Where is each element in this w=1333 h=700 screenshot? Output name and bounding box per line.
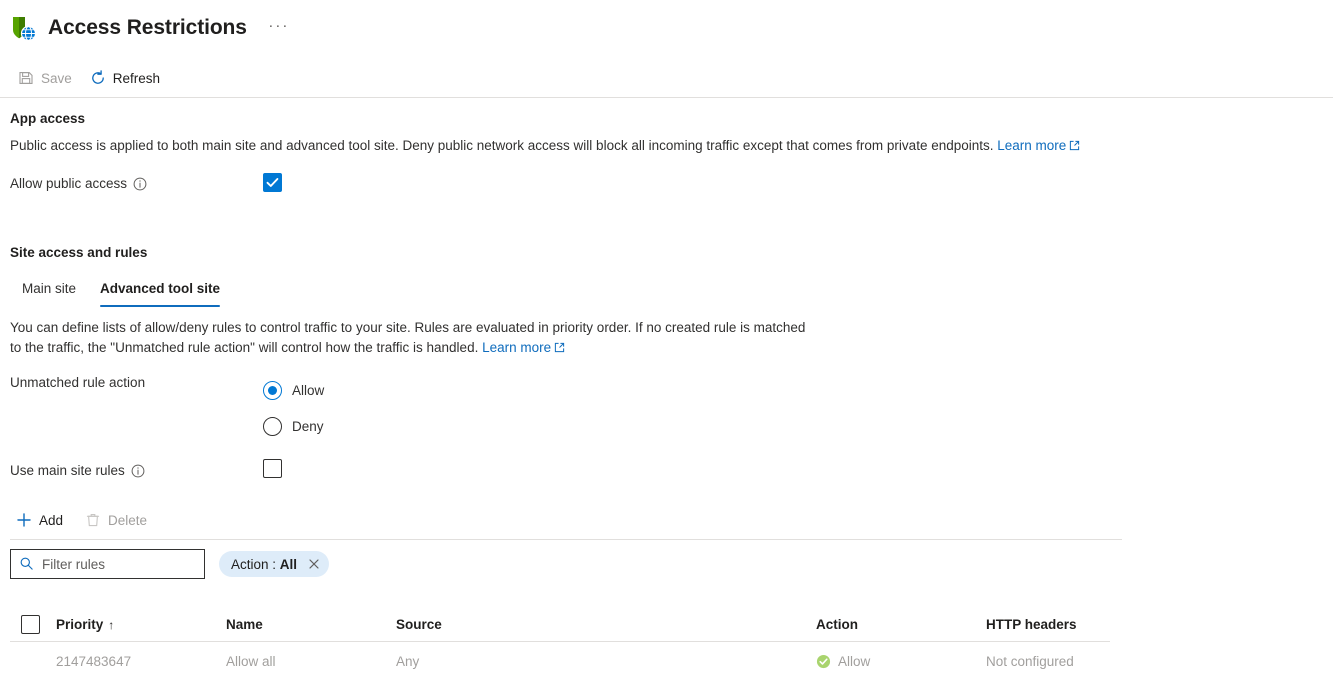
site-tabs: Main site Advanced tool site — [10, 277, 232, 307]
allow-public-access-checkbox[interactable] — [263, 173, 282, 192]
radio-allow[interactable]: Allow — [263, 381, 324, 400]
column-header-action[interactable]: Action — [816, 617, 986, 632]
filter-pill-action[interactable]: Action : All — [219, 551, 330, 577]
command-bar: Save Refresh — [0, 62, 1333, 94]
cell-priority: 2147483647 — [56, 653, 132, 669]
cell-name: Allow all — [226, 653, 276, 669]
search-icon — [19, 556, 35, 572]
page-title: Access Restrictions — [48, 16, 247, 39]
use-main-site-rules-label: Use main site rules — [10, 463, 145, 478]
check-circle-icon — [816, 654, 831, 669]
plus-icon — [16, 512, 32, 528]
select-all-checkbox[interactable] — [21, 615, 40, 634]
select-all-cell — [10, 615, 56, 634]
radio-deny-indicator — [263, 417, 282, 436]
radio-allow-label: Allow — [292, 383, 325, 398]
radio-allow-indicator — [263, 381, 282, 400]
sort-arrow-icon: ↑ — [108, 618, 115, 632]
column-header-name[interactable]: Name — [226, 617, 396, 632]
radio-deny-label: Deny — [292, 419, 324, 434]
rules-table: Priority ↑ Name Source Action HTTP header… — [10, 608, 1110, 680]
delete-rule-label: Delete — [108, 512, 148, 528]
column-header-priority[interactable]: Priority ↑ — [56, 617, 226, 632]
cell-source: Any — [396, 653, 420, 669]
access-restrictions-page: Access Restrictions ··· Save Refresh App… — [0, 0, 1333, 700]
cell-action-label: Allow — [838, 653, 871, 669]
site-access-description-text: You can define lists of allow/deny rules… — [10, 320, 806, 355]
add-rule-button[interactable]: Add — [14, 505, 65, 535]
save-icon — [18, 70, 34, 86]
site-access-heading: Site access and rules — [10, 245, 148, 260]
external-link-icon — [1069, 137, 1080, 151]
unmatched-rule-action-label: Unmatched rule action — [10, 375, 146, 390]
trash-icon — [85, 512, 101, 528]
column-header-source[interactable]: Source — [396, 617, 816, 632]
app-access-description: Public access is applied to both main si… — [10, 136, 1210, 156]
tab-main-site[interactable]: Main site — [10, 277, 88, 307]
more-menu-button[interactable]: ··· — [265, 16, 293, 40]
radio-deny[interactable]: Deny — [263, 417, 324, 436]
app-access-description-text: Public access is applied to both main si… — [10, 138, 994, 153]
site-access-description: You can define lists of allow/deny rules… — [10, 318, 810, 358]
refresh-icon — [90, 70, 106, 86]
refresh-label: Refresh — [112, 70, 161, 86]
refresh-button[interactable]: Refresh — [88, 63, 162, 93]
tab-advanced-tool-site[interactable]: Advanced tool site — [88, 277, 232, 307]
external-link-icon — [554, 339, 565, 353]
shield-globe-icon — [8, 12, 40, 44]
filter-rules-input[interactable]: Filter rules — [10, 549, 205, 579]
cell-action: Allow — [816, 654, 986, 669]
column-header-http-headers[interactable]: HTTP headers — [986, 617, 1156, 632]
toolbar-divider — [10, 539, 1122, 540]
allow-public-access-label: Allow public access — [10, 176, 147, 191]
filter-row: Filter rules Action : All — [10, 549, 330, 579]
table-row[interactable]: 2147483647 Allow all Any Allow Not confi… — [10, 642, 1110, 680]
table-header-row: Priority ↑ Name Source Action HTTP header… — [10, 608, 1110, 642]
site-access-learn-more-link[interactable]: Learn more — [482, 340, 565, 355]
cell-http-headers: Not configured — [986, 653, 1074, 669]
app-access-heading: App access — [10, 111, 86, 126]
filter-pill-text: Action : All — [231, 556, 298, 572]
command-bar-divider — [0, 97, 1333, 98]
app-access-learn-more-link[interactable]: Learn more — [997, 138, 1080, 153]
title-bar: Access Restrictions ··· — [0, 0, 1333, 56]
save-button[interactable]: Save — [16, 63, 74, 93]
save-label: Save — [41, 70, 72, 86]
close-icon[interactable] — [307, 557, 321, 571]
info-icon[interactable] — [131, 464, 145, 478]
delete-rule-button[interactable]: Delete — [83, 505, 149, 535]
add-rule-label: Add — [39, 512, 64, 528]
info-icon[interactable] — [133, 177, 147, 191]
use-main-site-rules-checkbox[interactable] — [263, 459, 282, 478]
rules-toolbar: Add Delete — [14, 505, 149, 535]
filter-rules-placeholder: Filter rules — [42, 556, 106, 572]
